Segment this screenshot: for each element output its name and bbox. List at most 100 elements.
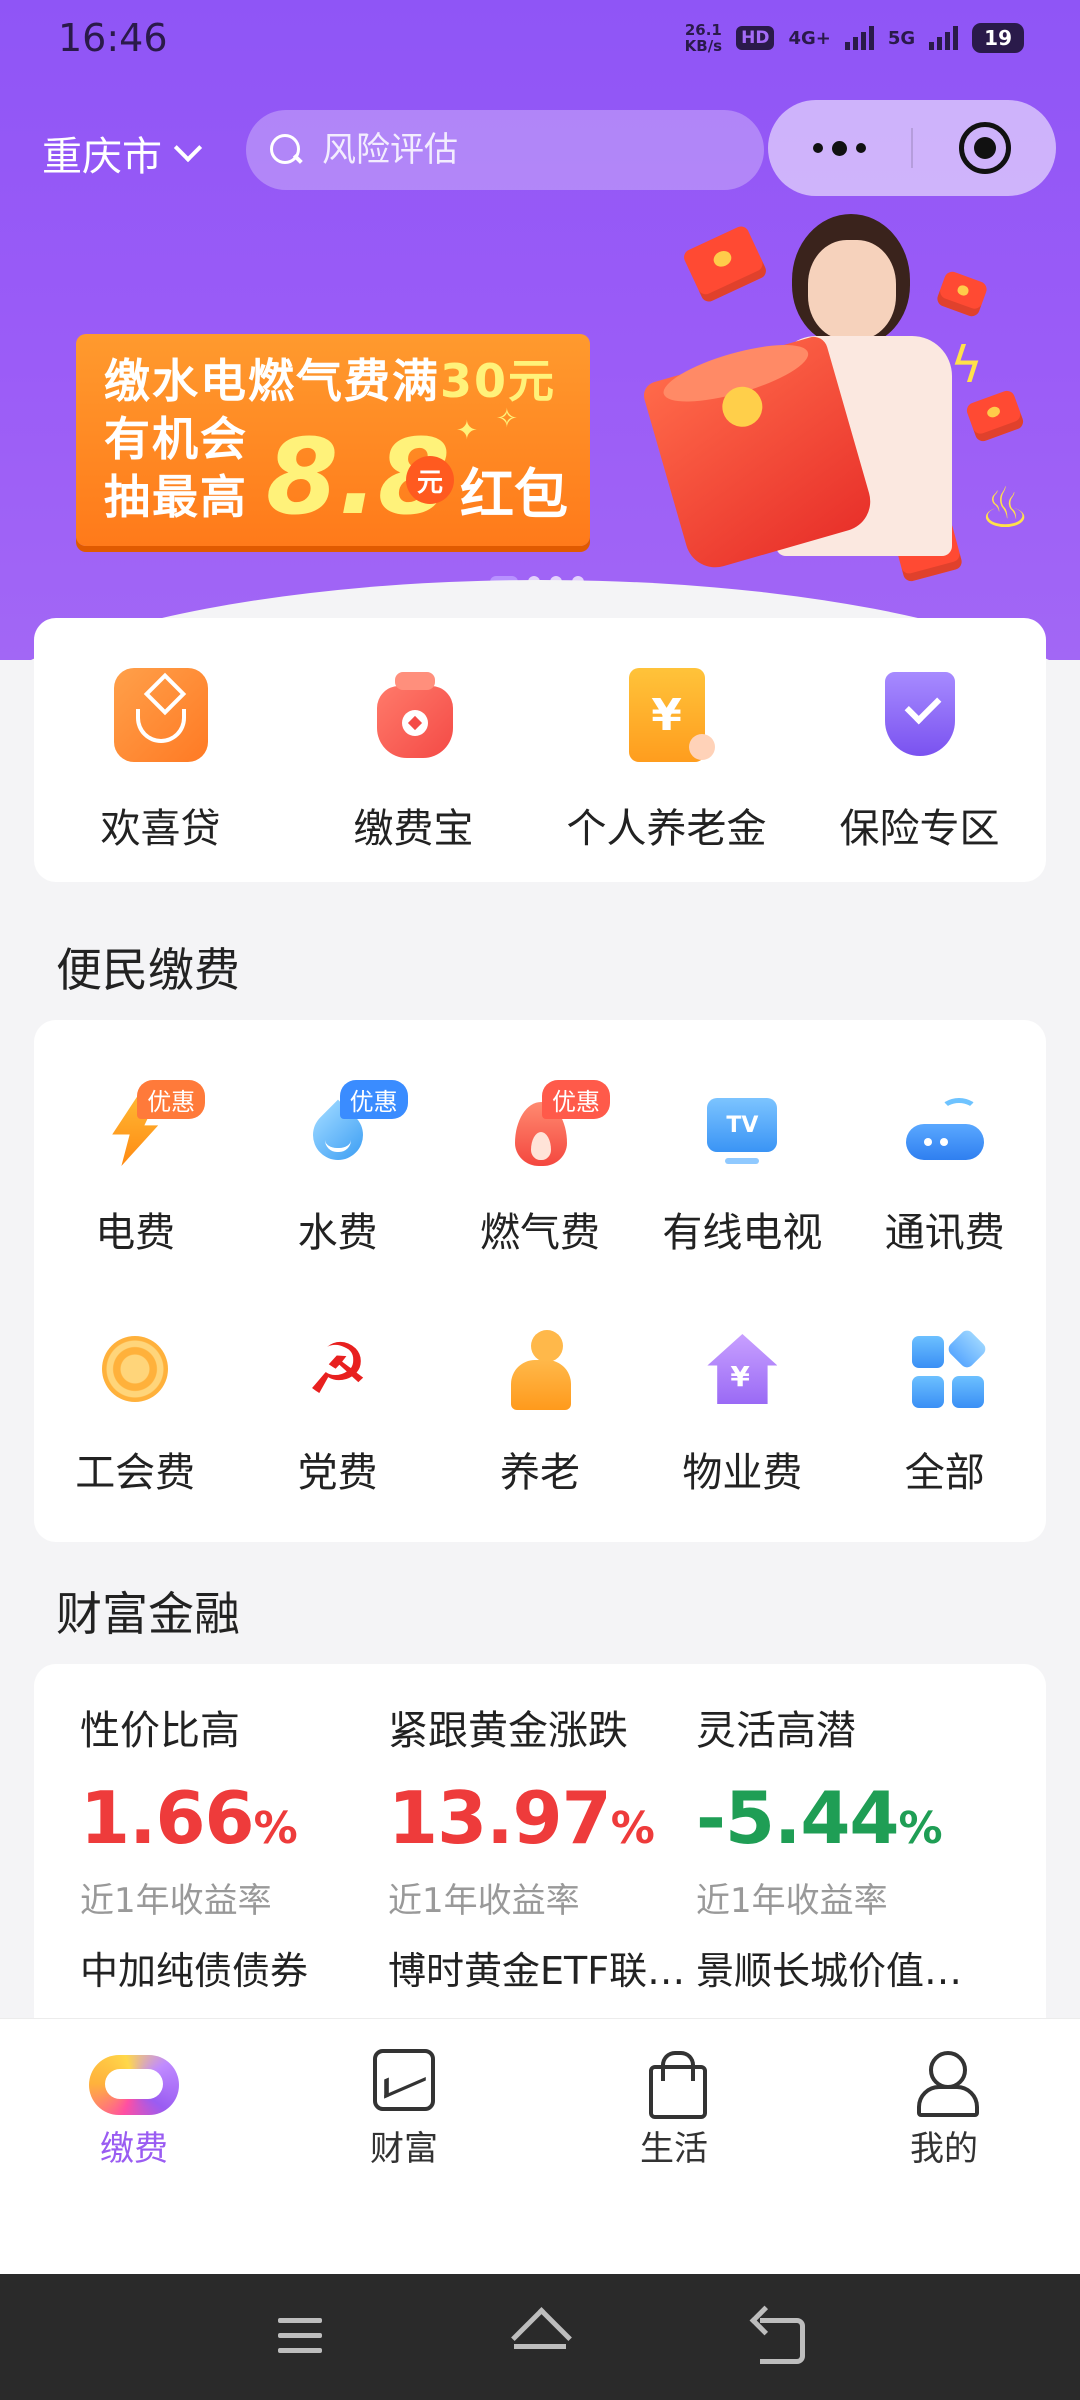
status-bar: 16:46 26.1 KB/s HD 4G+ 5G 19: [0, 0, 1080, 84]
lightning-icon: ϟ: [950, 336, 983, 394]
quick-action-pension[interactable]: ¥ 个人养老金: [540, 618, 793, 882]
network-speed: 26.1 KB/s: [684, 21, 723, 55]
router-icon: [900, 1084, 990, 1174]
service-label: 通讯费: [884, 1210, 1005, 1256]
quick-action-label: 欢喜贷: [100, 806, 221, 852]
target-circle-icon: [958, 122, 1011, 174]
all-grid-icon: [900, 1324, 990, 1414]
hammer-sickle-icon: ☭: [306, 1328, 369, 1410]
pension-yen-icon: ¥: [628, 668, 715, 762]
service-gas[interactable]: 优惠 燃气费: [439, 1050, 641, 1290]
service-party-fee[interactable]: ☭ 党费: [236, 1290, 438, 1532]
tab-label: 财富: [370, 2129, 438, 2169]
product-headline: 紧跟黄金涨跌: [388, 1708, 628, 1754]
wealth-chart-icon: [373, 2049, 435, 2111]
finance-product-3[interactable]: 灵活高潜 -5.44% 近1年收益率 景顺长城价值…: [696, 1698, 1016, 1995]
product-rate: 1.66%: [80, 1776, 298, 1860]
status-time: 16:46: [58, 16, 168, 60]
flame-icon: ♨: [980, 476, 1031, 541]
red-envelope-icon: [681, 223, 769, 305]
tab-payment[interactable]: 缴费: [34, 2049, 234, 2170]
service-property-fee[interactable]: 物业费: [641, 1290, 843, 1532]
product-name: 中加纯债债券: [80, 1949, 309, 1993]
quick-action-payment-bag[interactable]: 缴费宝: [287, 618, 540, 882]
pagination-dot: [572, 576, 584, 588]
banner-promo-card: 缴水电燃气费满30元 有机会 抽最高 8.8 元 红包 ✦ ✧: [76, 334, 590, 546]
red-envelope-icon: [964, 388, 1026, 444]
search-icon: [268, 132, 304, 168]
product-name: 景顺长城价值…: [696, 1949, 963, 1993]
product-rate-label: 近1年收益率: [696, 1881, 888, 1921]
product-rate: -5.44%: [696, 1776, 943, 1860]
service-electricity[interactable]: 优惠 电费: [34, 1050, 236, 1290]
service-water[interactable]: 优惠 水费: [236, 1050, 438, 1290]
tv-icon: [697, 1084, 787, 1174]
product-headline: 性价比高: [80, 1708, 240, 1754]
hero-section: 16:46 26.1 KB/s HD 4G+ 5G 19 重庆市 风险评估 缴水…: [0, 0, 1080, 660]
finance-product-2[interactable]: 紧跟黄金涨跌 13.97% 近1年收益率 博时黄金ETF联…: [388, 1698, 708, 1995]
back-icon[interactable]: [750, 2308, 810, 2364]
product-rate-label: 近1年收益率: [388, 1881, 580, 1921]
pagination-dot: [528, 576, 540, 588]
search-bar[interactable]: [246, 110, 764, 190]
status-icons: 26.1 KB/s HD 4G+ 5G 19: [685, 22, 1024, 54]
sparkle-icon: ✦: [456, 416, 478, 446]
finance-card: 性价比高 1.66% 近1年收益率 中加纯债债券 紧跟黄金涨跌 13.97% 近…: [34, 1664, 1046, 2024]
service-label: 有线电视: [662, 1210, 823, 1256]
network-5g-label: 5G: [887, 27, 916, 49]
service-cable-tv[interactable]: 有线电视: [641, 1050, 843, 1290]
red-envelope-icon: [935, 269, 989, 319]
property-house-icon: [697, 1324, 787, 1414]
services-card: 优惠 电费 优惠 水费 优惠 燃气费 有线电视 通讯费 工会费 ☭ 党费: [34, 1020, 1046, 1542]
banner-yuan-badge: 元: [406, 456, 454, 504]
service-label: 全部: [904, 1450, 985, 1496]
hd-icon: HD: [736, 26, 775, 50]
insurance-shield-icon: [873, 668, 967, 762]
tab-wealth[interactable]: 财富: [304, 2049, 504, 2170]
discount-tag: 优惠: [541, 1080, 610, 1119]
city-label: 重庆市: [42, 134, 162, 180]
service-label: 水费: [297, 1210, 378, 1256]
banner-line1: 缴水电燃气费满: [104, 354, 440, 408]
union-badge-icon: [90, 1324, 180, 1414]
more-options-button[interactable]: [768, 100, 911, 196]
signal-5g-icon: [929, 26, 959, 50]
tab-label: 缴费: [100, 2129, 168, 2169]
pagination-dot: [550, 576, 562, 588]
payment-bag-icon: [367, 668, 461, 762]
service-elderly[interactable]: 养老: [439, 1290, 641, 1532]
profile-icon: [913, 2049, 979, 2117]
loan-icon: [113, 668, 208, 762]
tab-me[interactable]: 我的: [844, 2049, 1044, 2170]
service-label: 物业费: [682, 1450, 803, 1496]
service-label: 燃气费: [479, 1210, 600, 1256]
discount-tag: 优惠: [339, 1080, 408, 1119]
service-label: 养老: [499, 1450, 580, 1496]
banner-amount: 30元: [440, 354, 557, 408]
payment-cloud-icon: [89, 2049, 179, 2115]
service-all[interactable]: 全部: [844, 1290, 1046, 1532]
close-mini-program-button[interactable]: [913, 100, 1056, 196]
service-telecom[interactable]: 通讯费: [844, 1050, 1046, 1290]
finance-product-1[interactable]: 性价比高 1.66% 近1年收益率 中加纯债债券: [80, 1698, 400, 1995]
mini-program-capsule: [768, 100, 1056, 196]
shopping-bag-icon: [643, 2049, 707, 2119]
menu-icon[interactable]: [270, 2308, 330, 2364]
sparkle-icon: ✧: [496, 404, 518, 434]
discount-tag: 优惠: [137, 1080, 206, 1119]
promo-banner[interactable]: 缴水电燃气费满30元 有机会 抽最高 8.8 元 红包 ✦ ✧ ⌐ ϟ ♨: [0, 196, 1080, 606]
service-union-fee[interactable]: 工会费: [34, 1290, 236, 1532]
system-navigation-bar: [0, 2274, 1080, 2400]
city-selector[interactable]: 重庆市: [42, 124, 203, 182]
top-bar: 重庆市: [0, 100, 1080, 196]
quick-action-loan[interactable]: 欢喜贷: [34, 618, 287, 882]
signal-icon: [844, 26, 874, 50]
chevron-down-icon: [173, 133, 203, 163]
search-input[interactable]: [322, 130, 702, 170]
tab-life[interactable]: 生活: [574, 2049, 774, 2170]
tab-label: 生活: [640, 2129, 708, 2169]
home-icon[interactable]: [510, 2308, 570, 2364]
quick-action-insurance[interactable]: 保险专区: [793, 618, 1046, 882]
service-label: 党费: [297, 1450, 378, 1496]
service-label: 工会费: [75, 1450, 196, 1496]
